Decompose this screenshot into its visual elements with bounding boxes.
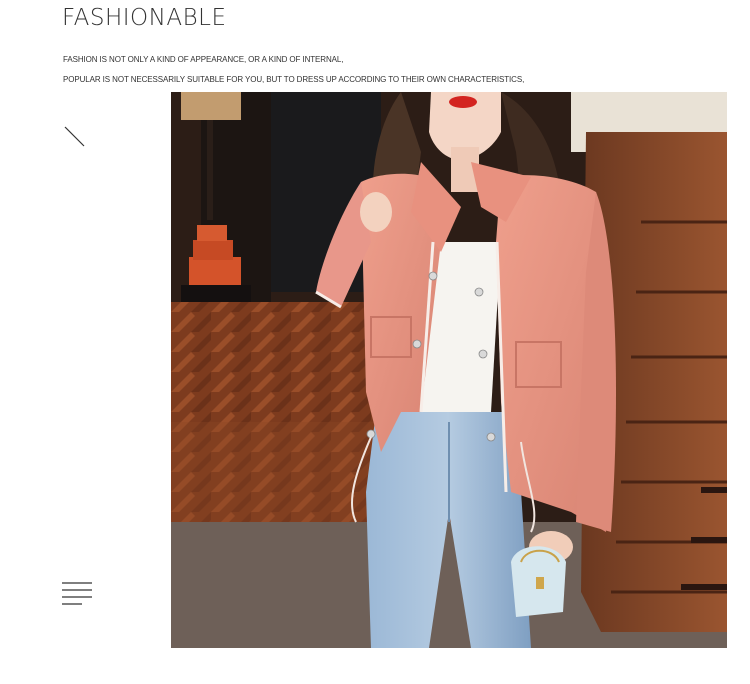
menu-lines-icon — [62, 582, 92, 605]
page-title: FASHIONABLE — [62, 5, 227, 31]
diagonal-line-icon — [64, 126, 85, 147]
tagline-line-2: POPULAR IS NOT NECESSARILY SUITABLE FOR … — [63, 75, 525, 84]
product-photo — [171, 92, 727, 648]
tagline-line-1: FASHION IS NOT ONLY A KIND OF APPEARANCE… — [63, 55, 344, 64]
model-illustration — [171, 92, 727, 648]
